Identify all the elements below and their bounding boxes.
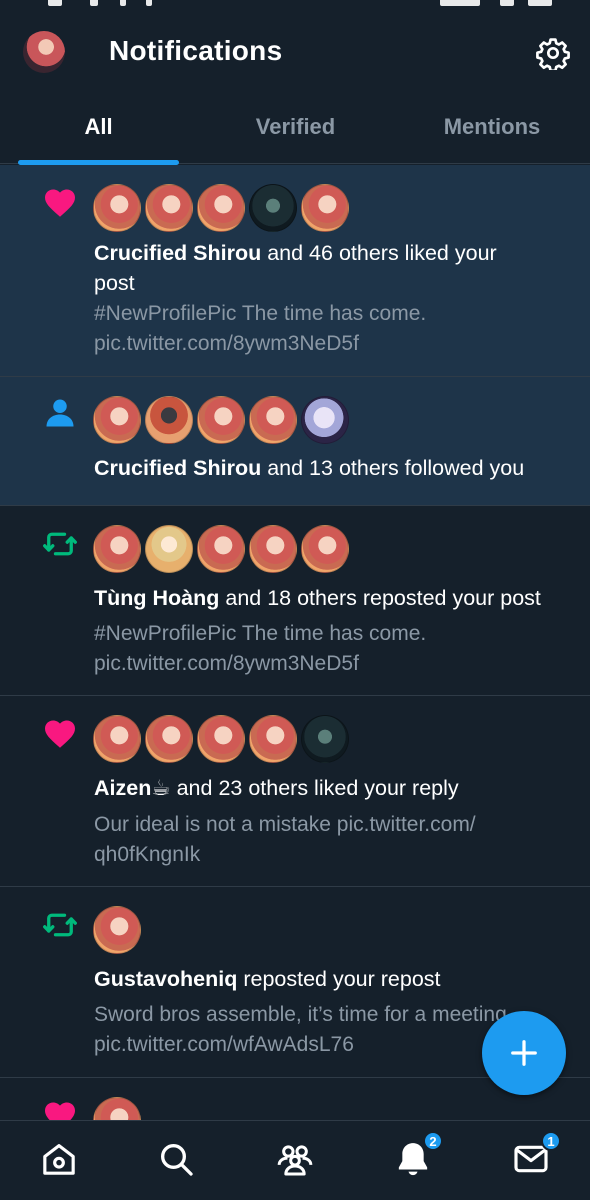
notification-tabs: All Verified Mentions	[0, 90, 590, 165]
notification-text: Crucified Shirou and 46 others liked you…	[94, 238, 574, 268]
user-name[interactable]: Gustavoheniq	[94, 967, 237, 991]
avatar[interactable]	[145, 715, 193, 763]
avatar-stack	[93, 715, 349, 763]
avatar[interactable]	[93, 715, 141, 763]
user-name[interactable]: Aizen☕	[94, 776, 171, 800]
avatar[interactable]	[301, 715, 349, 763]
avatar[interactable]	[145, 525, 193, 573]
tab-mentions[interactable]: Mentions	[394, 90, 590, 164]
avatar[interactable]	[93, 525, 141, 573]
nav-messages[interactable]: 1	[511, 1131, 561, 1179]
notification-action: and 13 others followed you	[261, 456, 525, 480]
avatar[interactable]	[93, 184, 141, 232]
search-icon	[161, 1144, 193, 1176]
avatar[interactable]	[145, 184, 193, 232]
heart-icon	[45, 1102, 75, 1120]
avatar[interactable]	[145, 396, 193, 444]
avatar-stack	[93, 184, 349, 232]
avatar[interactable]	[197, 525, 245, 573]
notification-action: and 18 others reposted your post	[219, 586, 541, 610]
nav-notifications[interactable]: 2	[393, 1131, 443, 1179]
avatar[interactable]	[197, 184, 245, 232]
bottom-nav: 2 1	[0, 1120, 590, 1200]
notification-item[interactable]: Aizen☕ and 23 others liked your reply Ou…	[0, 696, 590, 887]
compose-button[interactable]	[482, 1011, 566, 1095]
messages-badge: 1	[541, 1131, 561, 1151]
tab-verified[interactable]: Verified	[197, 90, 394, 164]
heart-icon	[45, 720, 75, 748]
notification-text: Aizen☕ and 23 others liked your reply	[94, 773, 574, 803]
avatar[interactable]	[249, 184, 297, 232]
home-icon	[43, 1144, 75, 1175]
post-preview: Our ideal is not a mistake pic.twitter.c…	[94, 813, 476, 836]
notification-action: and 46 others liked your	[261, 241, 497, 265]
avatar[interactable]	[249, 396, 297, 444]
post-preview: #NewProfilePic The time has come.	[94, 622, 427, 645]
avatar-stack	[93, 1097, 141, 1120]
user-name[interactable]: Crucified Shirou	[94, 456, 261, 480]
avatar[interactable]	[93, 1097, 141, 1120]
post-link[interactable]: pic.twitter.com/8ywm3NeD5f	[94, 649, 574, 679]
notification-text: Crucified Shirou and 13 others followed …	[94, 453, 574, 483]
status-bar	[0, 0, 590, 14]
nav-search[interactable]	[156, 1139, 196, 1179]
notification-item[interactable]: Crucified Shirou and 46 others liked you…	[0, 165, 590, 377]
notification-text: Tùng Hoàng and 18 others reposted your p…	[94, 583, 574, 613]
profile-avatar[interactable]	[23, 31, 65, 73]
notification-item[interactable]: Crucified Shirou and 13 others followed …	[0, 377, 590, 506]
avatar[interactable]	[93, 906, 141, 954]
repost-icon	[43, 913, 77, 937]
post-link[interactable]: qh0fKngnIk	[94, 840, 574, 870]
repost-icon	[43, 532, 77, 556]
avatar[interactable]	[93, 396, 141, 444]
tab-label: Verified	[255, 114, 336, 139]
nav-communities[interactable]	[275, 1139, 315, 1179]
plus-icon	[511, 1040, 537, 1066]
post-preview: #NewProfilePic The time has come.	[94, 302, 427, 325]
avatar[interactable]	[197, 715, 245, 763]
avatar[interactable]	[249, 525, 297, 573]
nav-home[interactable]	[39, 1139, 79, 1179]
gear-icon[interactable]	[536, 36, 570, 70]
notification-text-cont: post	[94, 271, 135, 295]
avatar[interactable]	[249, 715, 297, 763]
notification-item[interactable]: Tùng Hoàng and 18 others reposted your p…	[0, 506, 590, 696]
notification-text: Gustavoheniq reposted your repost	[94, 964, 574, 994]
notifications-badge: 2	[423, 1131, 443, 1151]
tab-all[interactable]: All	[0, 90, 197, 165]
avatar[interactable]	[301, 525, 349, 573]
notification-action: reposted your repost	[237, 967, 441, 991]
top-bar: Notifications	[0, 14, 590, 90]
tab-label: Mentions	[443, 114, 541, 139]
avatar-stack	[93, 525, 349, 573]
user-name[interactable]: Tùng Hoàng	[94, 586, 219, 610]
tab-label: All	[84, 114, 113, 139]
page-title: Notifications	[109, 35, 283, 66]
heart-icon	[45, 189, 75, 217]
avatar[interactable]	[301, 396, 349, 444]
avatar[interactable]	[197, 396, 245, 444]
user-name[interactable]: Crucified Shirou	[94, 241, 261, 265]
avatar[interactable]	[301, 184, 349, 232]
communities-icon	[277, 1145, 313, 1176]
avatar-stack	[93, 906, 141, 954]
avatar-stack	[93, 396, 349, 444]
notification-action: and 23 others liked your reply	[170, 776, 459, 800]
post-link[interactable]: pic.twitter.com/8ywm3NeD5f	[94, 329, 574, 359]
person-icon	[46, 399, 74, 427]
